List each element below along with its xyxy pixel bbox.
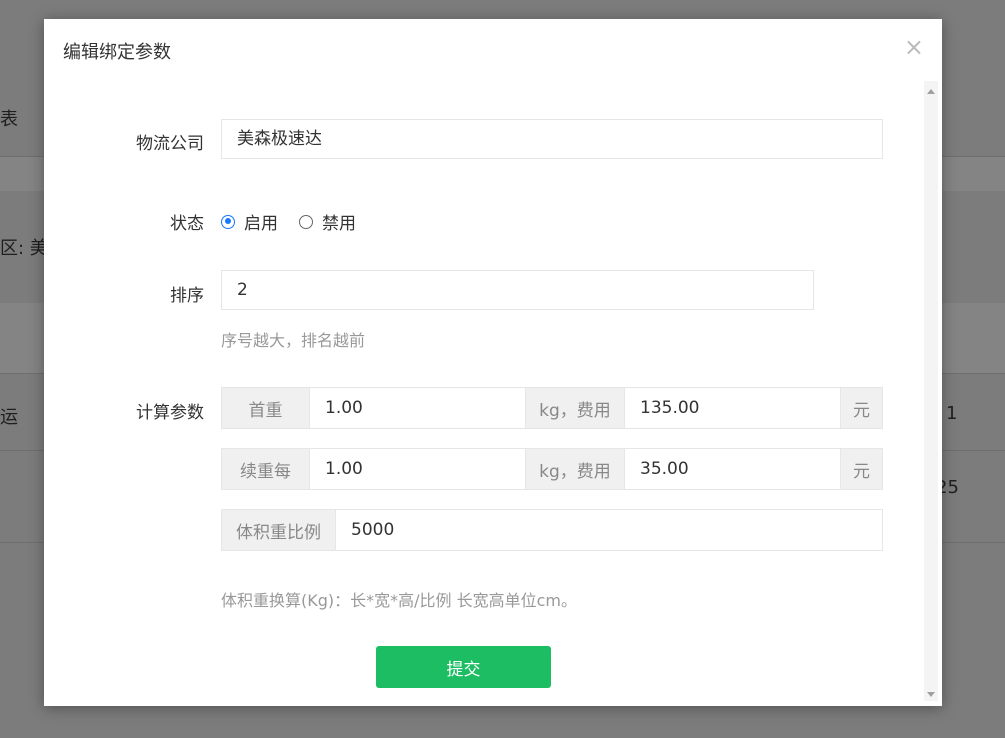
additional-weight-currency: 元 [840, 449, 882, 489]
status-label: 状态 [170, 214, 204, 234]
scroll-down-arrow-icon[interactable] [927, 692, 935, 697]
first-weight-unit: kg，费用 [525, 388, 625, 428]
radio-label: 禁用 [322, 214, 356, 234]
close-icon[interactable]: × [904, 35, 924, 59]
bg-text-fragment: 运 [0, 407, 18, 428]
status-enabled-radio[interactable]: 启用 [221, 209, 278, 234]
scroll-up-arrow-icon[interactable] [927, 89, 935, 94]
first-weight-prefix: 首重 [222, 388, 310, 428]
volume-ratio-input[interactable]: 5000 [336, 510, 882, 550]
additional-weight-prefix: 续重每 [222, 449, 310, 489]
sort-input[interactable]: 2 [221, 270, 814, 310]
radio-label: 启用 [244, 214, 278, 234]
company-input[interactable]: 美森极速达 [221, 119, 883, 159]
additional-weight-input[interactable]: 1.00 [310, 449, 525, 489]
bg-text-fragment: 表 [0, 109, 18, 130]
additional-weight-group: 续重每 1.00 kg，费用 35.00 元 [221, 448, 883, 490]
first-weight-group: 首重 1.00 kg，费用 135.00 元 [221, 387, 883, 429]
radio-unchecked-icon [299, 214, 313, 229]
sort-label: 排序 [170, 286, 204, 306]
company-label: 物流公司 [136, 134, 204, 154]
volume-help-text: 体积重换算(Kg)：长*宽*高/比例 长宽高单位cm。 [221, 591, 577, 610]
first-weight-currency: 元 [840, 388, 882, 428]
first-weight-input[interactable]: 1.00 [310, 388, 525, 428]
bg-text-fragment: 区: 美 [0, 238, 48, 259]
additional-weight-fee-input[interactable]: 35.00 [625, 449, 840, 489]
volume-ratio-group: 体积重比例 5000 [221, 509, 883, 551]
submit-button[interactable]: 提交 [376, 646, 551, 688]
additional-weight-unit: kg，费用 [525, 449, 625, 489]
status-disabled-radio[interactable]: 禁用 [299, 209, 356, 234]
first-weight-fee-input[interactable]: 135.00 [625, 388, 840, 428]
params-label: 计算参数 [136, 403, 204, 423]
volume-ratio-prefix: 体积重比例 [222, 510, 336, 550]
sort-help-text: 序号越大，排名越前 [221, 331, 366, 350]
modal-title: 编辑绑定参数 [63, 42, 171, 63]
scrollbar[interactable] [924, 81, 938, 701]
modal-header: 编辑绑定参数 × [44, 19, 942, 81]
bg-text-fragment: 1 [946, 403, 958, 424]
edit-binding-modal: 编辑绑定参数 × 物流公司 美森极速达 状态 启用 禁用 排序 2 序号越大，排… [44, 19, 942, 706]
radio-checked-icon [221, 214, 235, 229]
